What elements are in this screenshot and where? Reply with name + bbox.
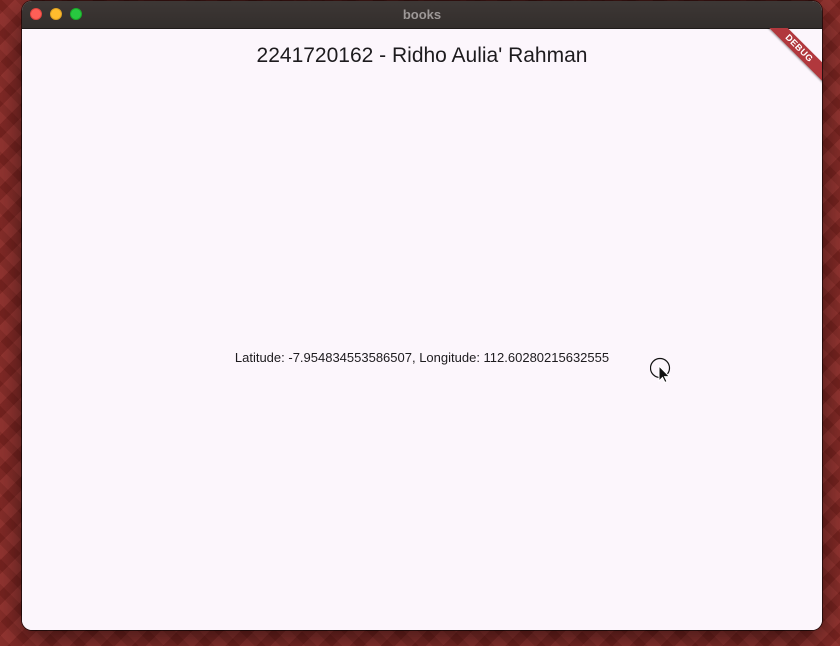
window-title: books (402, 7, 442, 22)
app-content: 2241720162 - Ridho Aulia' Rahman Latitud… (22, 28, 822, 630)
app-window: books 2241720162 - Ridho Aulia' Rahman L… (22, 1, 822, 630)
title-bar[interactable]: books (22, 1, 822, 29)
mouse-pointer-icon (650, 357, 671, 383)
app-bar-title: 2241720162 - Ridho Aulia' Rahman (256, 44, 588, 67)
location-text: Latitude: -7.954834553586507, Longitude:… (234, 350, 610, 365)
